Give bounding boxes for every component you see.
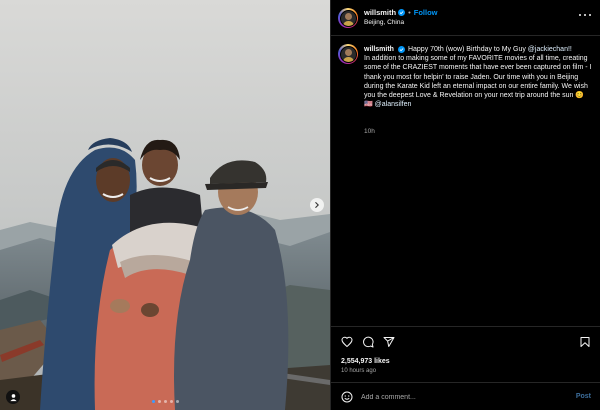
post-header: willsmith • Follow Beijing, China [331, 0, 600, 36]
post-timestamp: 10 hours ago [341, 368, 377, 374]
verified-badge-icon [398, 9, 406, 16]
heart-icon [341, 336, 353, 348]
comment-input[interactable] [361, 389, 561, 405]
post-photo [0, 0, 330, 410]
flag-emoji: 🇺🇸 [364, 101, 373, 109]
comment-icon [363, 336, 374, 348]
carousel-indicator [0, 400, 330, 404]
carousel-dot [175, 400, 179, 403]
bookmark-icon [580, 337, 590, 347]
avatar[interactable] [338, 44, 358, 64]
comment-bar: Post [331, 382, 600, 410]
share-icon [383, 337, 395, 347]
caption-text-start: Happy 70th (wow) Birthday to My Guy [407, 46, 528, 53]
carousel-dot [157, 400, 161, 403]
caption-body: In addition to making some of my FAVORIT… [364, 55, 592, 100]
avatar[interactable] [338, 8, 358, 28]
post-media[interactable] [0, 0, 330, 410]
tagged-users-button[interactable] [6, 390, 20, 404]
save-button[interactable] [579, 336, 591, 348]
next-slide-button[interactable] [310, 198, 324, 212]
comment-button[interactable] [362, 336, 374, 348]
carousel-dot [169, 400, 173, 403]
follow-button[interactable]: Follow [414, 8, 438, 17]
user-icon [9, 393, 17, 401]
post-details-panel: willsmith • Follow Beijing, China willsm… [330, 0, 600, 410]
caption-section: willsmith Happy 70th (wow) Birthday to My… [331, 36, 600, 326]
username-link[interactable]: willsmith [364, 8, 396, 17]
like-button[interactable] [341, 336, 353, 348]
action-bar: 2,554,973 likes 10 hours ago [331, 326, 600, 382]
separator: • [408, 8, 411, 17]
carousel-dot [151, 400, 155, 403]
carousel-dot [163, 400, 167, 403]
mention-link[interactable]: @jackiechan!! [528, 46, 572, 53]
post-caption: willsmith Happy 70th (wow) Birthday to My… [364, 45, 592, 109]
location-link[interactable]: Beijing, China [364, 19, 404, 26]
verified-badge-icon [397, 45, 405, 53]
caption-username[interactable]: willsmith [364, 46, 394, 53]
share-button[interactable] [383, 336, 395, 348]
emoji-picker-button[interactable] [341, 391, 353, 403]
like-count[interactable]: 2,554,973 likes [341, 358, 390, 365]
emoji-icon [341, 391, 353, 403]
smile-emoji: 😊 [575, 92, 585, 100]
more-options-icon[interactable] [579, 11, 591, 19]
chevron-right-icon [315, 202, 319, 208]
photo-credit-link[interactable]: @alansilfen [375, 101, 412, 108]
post-comment-button[interactable]: Post [576, 393, 591, 400]
caption-timestamp: 10h [364, 128, 375, 135]
